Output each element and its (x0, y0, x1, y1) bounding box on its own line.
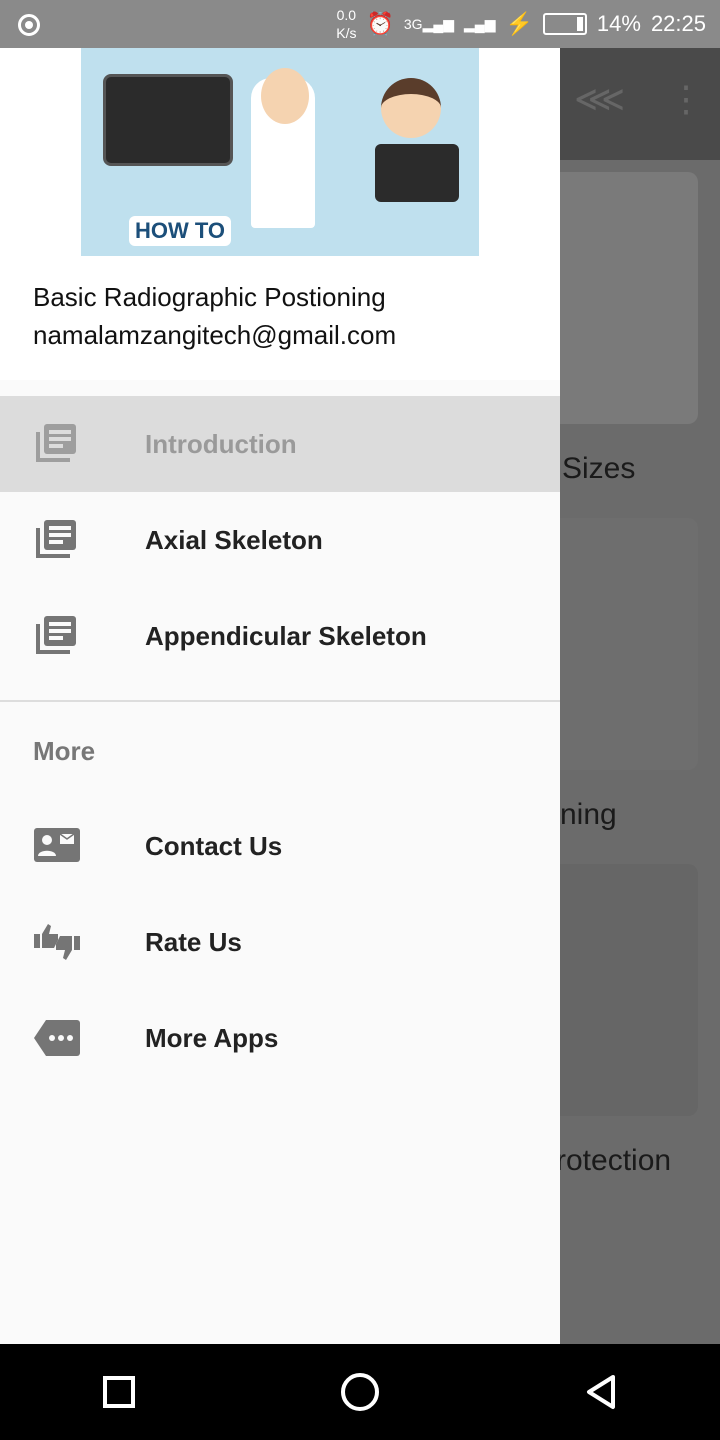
signal-2-icon: ▂▄▆ (464, 15, 496, 32)
contact-mail-icon (34, 828, 80, 862)
section-title-more: More (33, 736, 96, 766)
more-vert-icon[interactable]: ⋮ (668, 78, 704, 120)
back-button[interactable] (585, 1374, 617, 1410)
status-bar: 0.0 K/s ⏰ 3G▂▄▆ ▂▄▆ ⚡ 14% 22:25 (0, 0, 720, 48)
drawer-header: HOW TO Basic Radiographic Postioning nam… (0, 48, 560, 380)
card-title: Sizes (562, 452, 636, 485)
more-tag-icon (34, 1020, 80, 1056)
card-title: ning (560, 798, 617, 831)
card[interactable] (540, 172, 698, 424)
battery-percent: 14% (596, 11, 641, 36)
share-icon[interactable]: ⋘ (574, 78, 625, 120)
header-banner-image: HOW TO (81, 48, 479, 256)
system-nav-bar (0, 1344, 720, 1440)
drawer-item-appendicular-skeleton[interactable]: Appendicular Skeleton (0, 588, 560, 684)
app-name: Basic Radiographic Postioning (33, 282, 386, 312)
library-books-icon (36, 424, 76, 462)
home-button[interactable] (341, 1373, 379, 1411)
card[interactable] (540, 864, 698, 1116)
clock: 22:25 (650, 11, 706, 36)
drawer-item-axial-skeleton[interactable]: Axial Skeleton (0, 492, 560, 588)
drawer-item-more-apps[interactable]: More Apps (0, 990, 560, 1086)
banner-text: HOW TO (129, 216, 232, 246)
recents-button[interactable] (103, 1376, 135, 1408)
signal-icon: 3G▂▄▆ (403, 15, 455, 32)
user-email: namalamzangitech@gmail.com (33, 320, 397, 350)
library-books-icon (36, 520, 76, 558)
notification-icon (18, 14, 40, 36)
battery-icon (542, 13, 587, 35)
drawer-item-rate-us[interactable]: Rate Us (0, 894, 560, 990)
thumbs-up-down-icon (34, 924, 80, 960)
card[interactable] (540, 518, 698, 770)
charging-icon: ⚡ (505, 11, 533, 36)
network-speed: 0.0 K/s (336, 7, 357, 41)
card-title: rotection (556, 1144, 672, 1177)
navigation-drawer: HOW TO Basic Radiographic Postioning nam… (0, 48, 560, 1344)
drawer-item-introduction[interactable]: Introduction (0, 396, 560, 492)
divider (0, 700, 560, 702)
drawer-item-contact-us[interactable]: Contact Us (0, 798, 560, 894)
library-books-icon (36, 616, 76, 654)
alarm-icon: ⏰ (366, 11, 394, 36)
